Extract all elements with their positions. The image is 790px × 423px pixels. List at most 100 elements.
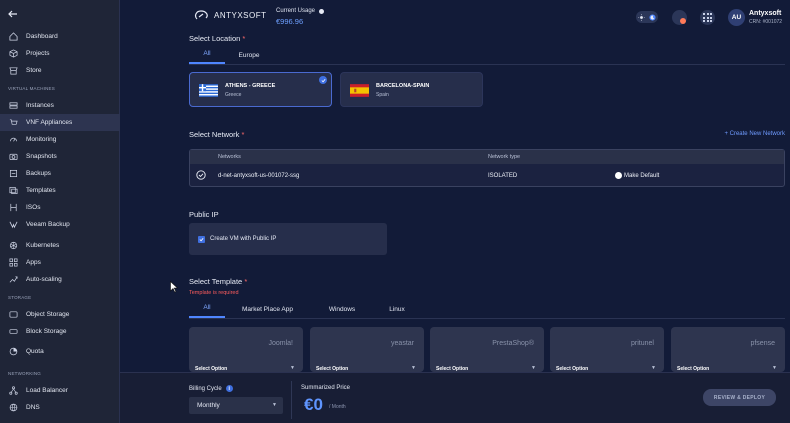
summarized-price-period: / Month xyxy=(329,404,346,410)
theme-toggle[interactable] xyxy=(636,11,658,23)
sidebar-item-label: Snapshots xyxy=(26,153,57,160)
tab-all[interactable]: All xyxy=(189,50,225,64)
template-card-pritunel[interactable]: pritunel Select Option ▼ xyxy=(550,327,664,372)
billing-cycle-label: Billing Cycle i xyxy=(189,385,233,392)
template-name: PrestaShop® xyxy=(492,340,534,347)
main-content: Select Location * All Europe ATHENS - GR… xyxy=(120,34,790,372)
sidebar-item-apps[interactable]: Apps xyxy=(0,254,120,271)
sidebar-item-object-storage[interactable]: Object Storage xyxy=(0,306,120,323)
sidebar-item-snapshots[interactable]: Snapshots xyxy=(0,148,120,165)
sidebar-item-quota[interactable]: Quota xyxy=(0,343,120,360)
sidebar-item-kubernetes[interactable]: Kubernetes xyxy=(0,237,120,254)
sidebar-item-label: Store xyxy=(26,67,42,74)
sidebar-item-label: VNF Appliances xyxy=(26,119,73,126)
sidebar-item-label: DNS xyxy=(26,404,40,411)
sidebar-item-templates[interactable]: Templates xyxy=(0,182,120,199)
make-default-toggle[interactable]: Make Default xyxy=(615,172,659,179)
sidebar-item-auto-scaling[interactable]: Auto-scaling xyxy=(0,271,120,288)
location-card-barcelona[interactable]: BARCELONA-SPAIN Spain xyxy=(340,72,483,107)
location-country: Spain xyxy=(376,92,389,98)
sidebar-header xyxy=(0,0,119,30)
brand-logo[interactable]: ANTYXSOFT xyxy=(194,9,267,21)
template-name: yeastar xyxy=(391,340,414,347)
info-icon[interactable]: i xyxy=(225,385,233,392)
template-card-pfsense[interactable]: pfsense Select Option ▼ xyxy=(671,327,785,372)
sidebar-item-label: Templates xyxy=(26,187,56,194)
sidebar-item-label: Load Balancer xyxy=(26,387,68,394)
create-network-link[interactable]: + Create New Network xyxy=(724,131,785,137)
chevron-down-icon: ▼ xyxy=(272,402,277,408)
tab-windows[interactable]: Windows xyxy=(310,306,374,318)
radio-checked-icon[interactable] xyxy=(196,169,218,182)
network-name: d-net-antyxsoft-us-001072-ssg xyxy=(218,172,300,179)
sidebar-item-projects[interactable]: Projects xyxy=(0,45,120,62)
sidebar-item-block-storage[interactable]: Block Storage xyxy=(0,323,120,340)
sidebar-item-backups[interactable]: Backups xyxy=(0,165,120,182)
sidebar-item-label: Dashboard xyxy=(26,33,58,40)
template-card-yeastar[interactable]: yeastar Select Option ▼ xyxy=(310,327,424,372)
disk-icon xyxy=(8,327,18,337)
user-name[interactable]: Antyxsoft xyxy=(749,10,781,17)
billing-cycle-value: Monthly xyxy=(197,402,220,409)
sidebar-item-instances[interactable]: Instances xyxy=(0,97,120,114)
network-table: Networks Network type d-net-antyxsoft-us… xyxy=(189,149,785,187)
info-icon[interactable] xyxy=(319,8,325,14)
chevron-down-icon: ▼ xyxy=(651,365,656,371)
review-deploy-button[interactable]: REVIEW & DEPLOY xyxy=(703,389,776,406)
cart-icon xyxy=(8,118,18,128)
server-icon xyxy=(8,101,18,111)
divider xyxy=(291,381,292,419)
tab-all[interactable]: All xyxy=(189,304,225,318)
avatar[interactable]: AU xyxy=(728,9,745,26)
sun-icon xyxy=(638,13,645,21)
tab-europe[interactable]: Europe xyxy=(225,52,273,64)
table-row[interactable]: d-net-antyxsoft-us-001072-ssg ISOLATED M… xyxy=(190,164,784,187)
logo-icon xyxy=(195,10,208,20)
cube-icon xyxy=(8,49,18,59)
selected-check-icon xyxy=(319,76,327,84)
sidebar-item-dashboard[interactable]: Dashboard xyxy=(0,28,120,45)
moon-icon xyxy=(649,13,656,21)
chevron-down-icon: ▼ xyxy=(531,365,536,371)
sidebar-item-load-balancer[interactable]: Load Balancer xyxy=(0,382,120,399)
sidebar-section-storage: STORAGE xyxy=(8,294,32,300)
template-tabs: All Market Place App Windows Linux xyxy=(189,304,785,319)
sidebar-item-label: Block Storage xyxy=(26,328,67,335)
location-name: ATHENS - GREECE xyxy=(225,83,276,89)
select-location-title: Select Location * xyxy=(189,34,246,43)
sidebar-item-label: Backups xyxy=(26,170,51,177)
sidebar-item-isos[interactable]: ISOs xyxy=(0,199,120,216)
public-ip-card: Create VM with Public IP xyxy=(189,223,387,255)
template-icon xyxy=(8,186,18,196)
location-tabs: All Europe xyxy=(189,50,785,65)
bucket-icon xyxy=(8,310,18,320)
make-default-label: Make Default xyxy=(624,172,660,179)
tab-linux[interactable]: Linux xyxy=(374,306,420,318)
select-network-title: Select Network * xyxy=(189,130,245,139)
billing-cycle-select[interactable]: Monthly ▼ xyxy=(189,397,283,414)
sidebar-item-veeam-backup[interactable]: Veeam Backup xyxy=(0,216,120,233)
notifications-button[interactable] xyxy=(672,10,687,25)
apps-grid-button[interactable] xyxy=(700,10,715,25)
store-icon xyxy=(8,66,18,76)
sidebar-item-label: Kubernetes xyxy=(26,242,60,249)
sidebar-item-monitoring[interactable]: Monitoring xyxy=(0,131,120,148)
template-card-joomla[interactable]: Joomla! Select Option ▼ xyxy=(189,327,303,372)
back-arrow-icon[interactable] xyxy=(8,10,18,20)
autoscale-icon xyxy=(8,275,18,285)
sidebar-item-label: Quota xyxy=(26,348,44,355)
public-ip-checkbox[interactable] xyxy=(198,235,205,243)
template-card-prestashop[interactable]: PrestaShop® Select Option ▼ xyxy=(430,327,544,372)
sidebar-item-vnf-appliances[interactable]: VNF Appliances xyxy=(0,114,120,131)
sidebar-item-store[interactable]: Store xyxy=(0,62,120,79)
tab-market-place-app[interactable]: Market Place App xyxy=(225,306,310,318)
sidebar-item-dns[interactable]: DNS xyxy=(0,399,120,416)
quota-icon xyxy=(8,347,18,357)
column-networks: Networks xyxy=(218,154,241,160)
notification-badge xyxy=(680,18,686,24)
sidebar: Dashboard Projects Store VIRTUAL MACHINE… xyxy=(0,0,120,423)
usage-label: Current Usage xyxy=(276,8,316,14)
backup-icon xyxy=(8,169,18,179)
home-icon xyxy=(8,32,18,42)
location-card-athens[interactable]: ATHENS - GREECE Greece xyxy=(189,72,332,107)
